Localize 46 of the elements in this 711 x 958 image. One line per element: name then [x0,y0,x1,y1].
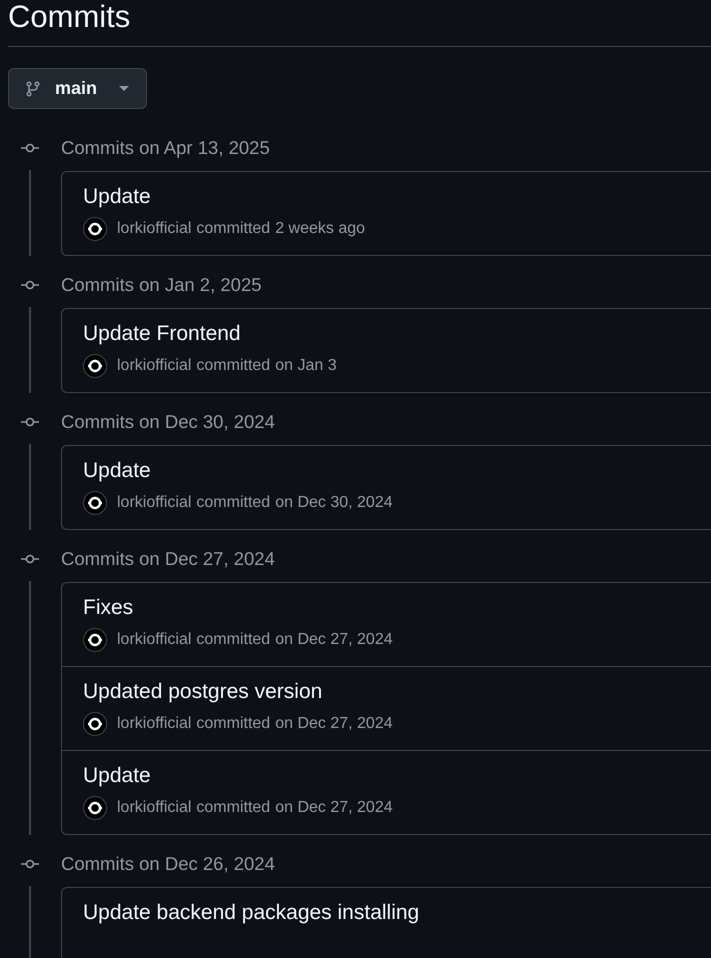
commit-icon [21,143,39,153]
avatar-icon[interactable] [83,796,107,820]
date-heading: Commits on Apr 13, 2025 [61,137,270,159]
date-heading: Commits on Dec 27, 2024 [61,548,275,570]
commit-time: 2 weeks ago [275,220,366,238]
commit-icon [21,859,39,869]
commit-message[interactable]: Fixes [83,595,711,621]
commit-time: on Dec 27, 2024 [275,631,393,649]
avatar-icon[interactable] [83,354,107,378]
commit-icon [21,280,39,290]
commit-icon [21,417,39,427]
author-link[interactable]: lorkiofficial [117,357,192,375]
commit-time: on Dec 30, 2024 [275,494,393,512]
branch-icon [25,80,41,96]
author-link[interactable]: lorkiofficial [117,631,192,649]
commit-time: on Jan 3 [275,357,337,375]
avatar-icon[interactable] [83,491,107,515]
author-link[interactable]: lorkiofficial [117,799,192,817]
avatar-icon[interactable] [83,628,107,652]
avatar-icon[interactable] [83,217,107,241]
caret-icon [119,86,130,92]
commit-message[interactable]: Update [83,763,711,789]
commit-message[interactable]: Updated postgres version [83,679,711,705]
commit-time: on Dec 27, 2024 [275,799,393,817]
date-heading: Commits on Jan 2, 2025 [61,274,262,296]
commit-icon [21,554,39,564]
commit-action: committed [196,357,270,375]
author-link[interactable]: lorkiofficial [117,220,192,238]
timeline-line [29,886,31,958]
commit-action: committed [196,715,270,733]
commit-action: committed [196,220,270,238]
date-heading: Commits on Dec 26, 2024 [61,853,275,875]
commit-action: committed [196,799,270,817]
avatar-icon[interactable] [83,712,107,736]
commit-message[interactable]: Update backend packages installing [83,900,711,926]
commit-message[interactable]: Update Frontend [83,321,711,347]
author-link[interactable]: lorkiofficial [117,494,192,512]
branch-selector[interactable]: main [8,68,147,109]
commit-time: on Dec 27, 2024 [275,715,393,733]
commit-action: committed [196,631,270,649]
page-title: Commits [8,0,132,36]
author-link[interactable]: lorkiofficial [117,715,192,733]
commit-message[interactable]: Update [83,458,711,484]
commit-action: committed [196,494,270,512]
commit-message[interactable]: Update [83,184,711,210]
date-heading: Commits on Dec 30, 2024 [61,411,275,433]
